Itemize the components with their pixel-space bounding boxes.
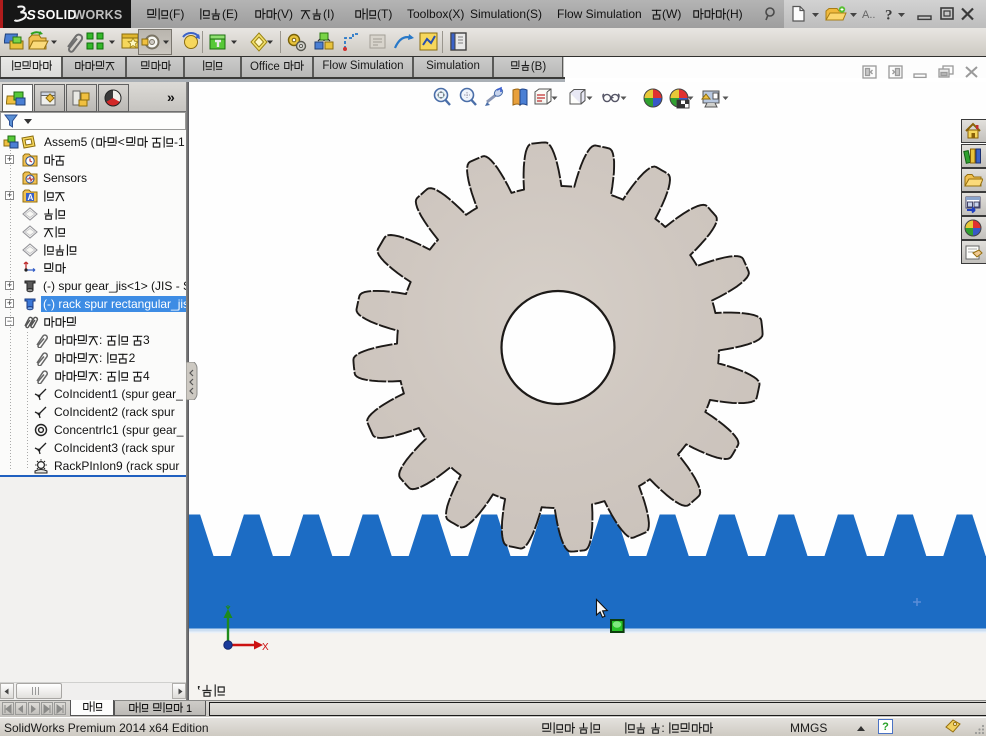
svg-text:WORKS: WORKS [74, 8, 123, 22]
svg-text:A: A [28, 193, 34, 202]
svg-text:S: S [27, 7, 37, 23]
svg-text:A..: A.. [862, 9, 875, 21]
svg-text:?: ? [885, 8, 893, 24]
svg-text:X: X [262, 642, 269, 653]
svg-text:SOLID: SOLID [37, 8, 77, 22]
